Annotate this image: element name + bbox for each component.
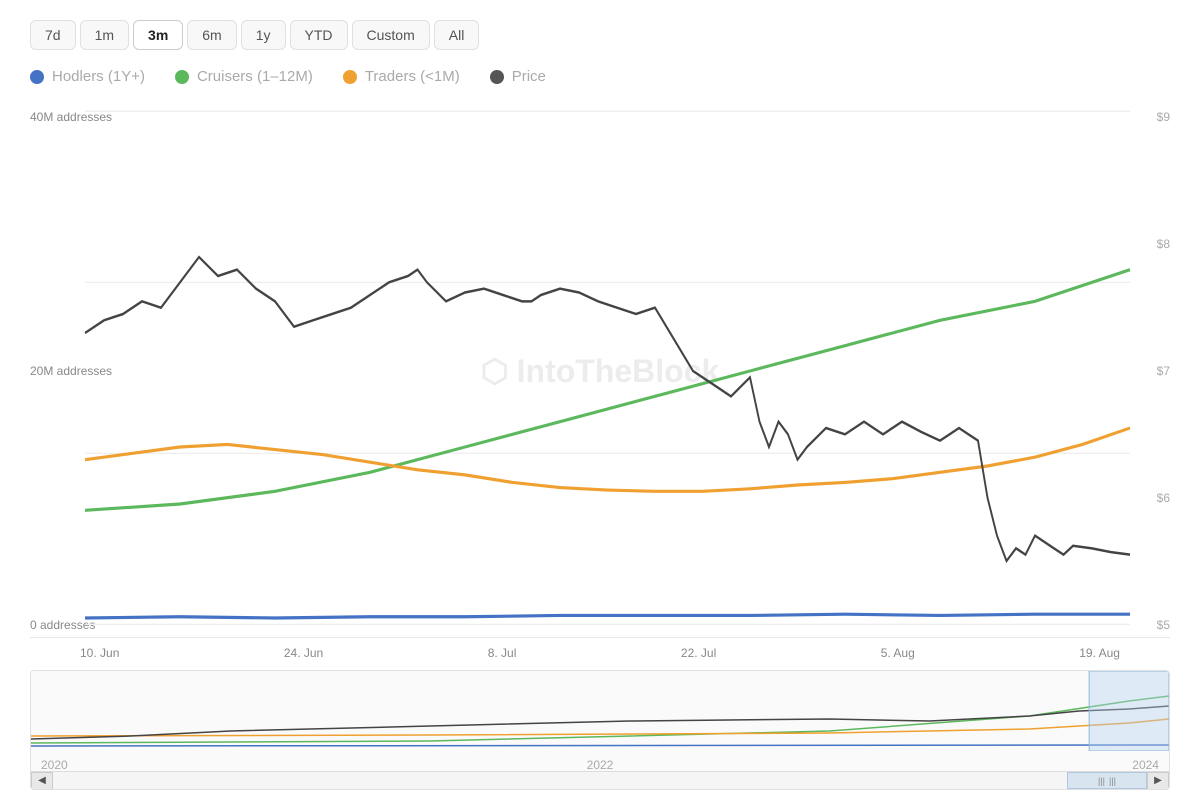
nav-year-label: 2024 [1132,758,1159,772]
scroll-left-button[interactable]: ◀ [31,772,53,790]
chart-legend: Hodlers (1Y+) Cruisers (1–12M) Traders (<1… [30,68,1170,85]
time-filter-3m[interactable]: 3m [133,20,183,50]
scroll-grip-left: ||| [1098,776,1105,786]
x-label: 24. Jun [284,646,323,660]
legend-label-cruisers: Cruisers (1–12M) [197,68,313,85]
nav-year-label: 2022 [587,758,614,772]
time-filter-7d[interactable]: 7d [30,20,76,50]
time-filter-custom[interactable]: Custom [352,20,430,50]
navigator-labels: 2020 2022 2024 [31,758,1169,772]
main-container: 7d1m3m6m1yYTDCustomAll Hodlers (1Y+) Crui… [0,0,1200,800]
scroll-thumb[interactable]: ||| ||| [1067,772,1147,789]
time-filter-bar: 7d1m3m6m1yYTDCustomAll [30,20,1170,50]
time-filter-all[interactable]: All [434,20,480,50]
y-axis-right: $9 $8 $7 $6 $5 [1157,105,1170,637]
x-label: 10. Jun [80,646,119,660]
y-right-label-5: $5 [1157,618,1170,632]
legend-label-price: Price [512,68,546,85]
navigator-svg [31,671,1169,751]
legend-label-traders: Traders (<1M) [365,68,460,85]
time-filter-1y[interactable]: 1y [241,20,286,50]
time-filter-ytd[interactable]: YTD [290,20,348,50]
x-axis: 10. Jun 24. Jun 8. Jul 22. Jul 5. Aug 19. Aug [30,638,1170,660]
legend-item-cruisers: Cruisers (1–12M) [175,68,313,85]
x-label: 22. Jul [681,646,716,660]
legend-dot-traders [343,70,357,84]
time-filter-6m[interactable]: 6m [187,20,236,50]
y-right-label-4: $6 [1157,491,1170,505]
x-label: 8. Jul [488,646,517,660]
legend-item-traders: Traders (<1M) [343,68,460,85]
chart-svg [85,105,1130,637]
legend-dot-cruisers [175,70,189,84]
time-filter-1m[interactable]: 1m [80,20,129,50]
nav-year-label: 2020 [41,758,68,772]
hodlers-line [85,614,1130,618]
x-label: 19. Aug [1079,646,1120,660]
legend-dot-price [490,70,504,84]
scroll-track: ||| ||| [53,772,1147,789]
y-right-label-1: $9 [1157,110,1170,124]
chart-wrapper: ⬡ IntoTheBlock 40M addresses 20M address… [30,105,1170,790]
x-label: 5. Aug [881,646,915,660]
legend-item-hodlers: Hodlers (1Y+) [30,68,145,85]
legend-item-price: Price [490,68,546,85]
scroll-right-button[interactable]: ▶ [1147,772,1169,790]
legend-dot-hodlers [30,70,44,84]
scrollbar[interactable]: ◀ ||| ||| ▶ [31,771,1169,789]
y-right-label-2: $8 [1157,237,1170,251]
y-right-label-3: $7 [1157,364,1170,378]
scroll-grip-right: ||| [1109,776,1116,786]
main-chart: ⬡ IntoTheBlock 40M addresses 20M address… [30,105,1170,638]
navigator[interactable]: 2020 2022 2024 ◀ ||| ||| ▶ [30,670,1170,790]
legend-label-hodlers: Hodlers (1Y+) [52,68,145,85]
